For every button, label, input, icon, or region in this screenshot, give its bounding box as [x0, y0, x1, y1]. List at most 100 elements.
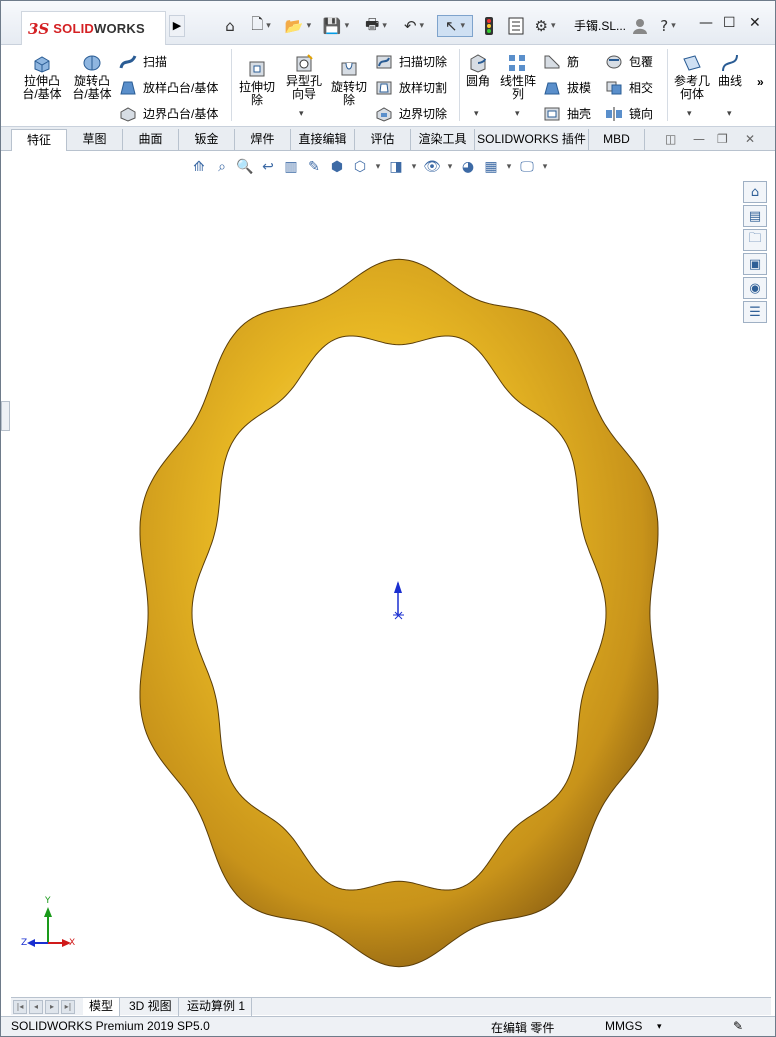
tab-sketch[interactable]: 草图	[67, 129, 123, 151]
ribbon-separator	[459, 49, 460, 121]
view-restore-icon[interactable]: ❐	[717, 132, 728, 146]
revolve-boss-button[interactable]: 旋转凸 台/基体	[69, 53, 115, 101]
tab-motion-study[interactable]: 运动算例 1	[181, 998, 253, 1016]
intersect-icon	[606, 81, 622, 94]
status-bar: SOLIDWORKS Premium 2019 SP5.0 在编辑 零件 MMG…	[1, 1016, 775, 1036]
pattern-dropdown-icon[interactable]: ▾	[515, 109, 520, 119]
print-icon[interactable]: 🖶	[359, 15, 393, 37]
tab-sheet-metal[interactable]: 钣金	[179, 129, 235, 151]
shell-button[interactable]: 抽壳	[543, 105, 591, 122]
tab-render-tools[interactable]: 渲染工具	[411, 129, 475, 151]
linear-pattern-button[interactable]: 线性阵 列	[497, 53, 539, 101]
unit-system[interactable]: MMGS	[605, 1019, 642, 1033]
loft-boss-icon	[120, 81, 136, 94]
tab-3d-views[interactable]: 3D 视图	[123, 998, 179, 1016]
shell-icon	[544, 107, 560, 120]
tab-surfaces[interactable]: 曲面	[123, 129, 179, 151]
rib-icon	[544, 55, 560, 68]
extrude-cut-button[interactable]: 拉伸切 除	[235, 59, 279, 107]
refgeom-dropdown-icon[interactable]: ▾	[687, 109, 692, 119]
reference-geometry-button[interactable]: 参考几 何体	[671, 53, 713, 101]
minimize-icon[interactable]: —	[699, 15, 713, 31]
close-icon[interactable]: ✕	[749, 15, 761, 31]
lofted-cut-icon	[376, 81, 392, 94]
draft-icon	[544, 82, 560, 94]
tab-evaluate[interactable]: 评估	[355, 129, 411, 151]
curves-dropdown-icon[interactable]: ▾	[727, 109, 732, 119]
boundary-boss-button[interactable]: 边界凸台/基体	[119, 105, 218, 122]
select-icon[interactable]: ↖	[437, 15, 473, 37]
ribbon-more-button[interactable]: »	[757, 75, 764, 89]
extrude-cut-icon	[249, 61, 265, 77]
curves-button[interactable]: 曲线	[715, 53, 745, 88]
status-tools-icon[interactable]: ✎	[733, 1019, 743, 1033]
hole-dropdown-icon[interactable]: ▾	[299, 109, 304, 119]
fillet-dropdown-icon[interactable]: ▾	[474, 109, 479, 119]
tab-model[interactable]: 模型	[83, 998, 121, 1016]
mirror-button[interactable]: 镜向	[605, 105, 653, 122]
ds-logo-mark: 3S	[28, 19, 50, 38]
sweep-icon	[119, 54, 137, 68]
help-icon[interactable]: ?	[655, 15, 681, 37]
boundary-cut-button[interactable]: 边界切除	[375, 105, 447, 122]
triad-y-label: Y	[44, 896, 51, 906]
title-bar: 3S SOLIDWORKS ▶ ⌂ 🗋 📂 💾 🖶 ↶ ↖ ⚙ 手镯.SL...…	[1, 1, 775, 45]
tab-weldments[interactable]: 焊件	[235, 129, 291, 151]
sweep-button[interactable]: 扫描	[119, 53, 167, 70]
tab-pin-icon[interactable]: ◫	[665, 132, 676, 146]
first-tab-icon[interactable]: |◂	[13, 1000, 27, 1014]
tab-direct-editing[interactable]: 直接编辑	[291, 129, 355, 151]
view-minimize-icon[interactable]: —	[693, 132, 705, 146]
ribbon-separator	[231, 49, 232, 121]
view-close-icon[interactable]: ✕	[745, 132, 755, 146]
boundary-boss-icon	[120, 106, 136, 122]
coordinate-triad: Y X Z	[21, 896, 75, 948]
revolve-cut-button[interactable]: 旋转切 除	[327, 59, 371, 107]
maximize-icon[interactable]: ☐	[723, 15, 736, 31]
bangle-model[interactable]: Y X Z	[11, 151, 771, 997]
prev-tab-icon[interactable]: ◂	[29, 1000, 43, 1014]
home-icon[interactable]: ⌂	[219, 15, 241, 37]
extrude-boss-button[interactable]: 拉伸凸 台/基体	[19, 53, 65, 101]
file-properties-icon[interactable]	[505, 15, 527, 37]
extrude-boss-icon	[34, 56, 50, 73]
reference-geometry-icon	[683, 55, 701, 71]
units-dropdown-icon[interactable]: ▾	[657, 1021, 662, 1032]
mirror-icon	[606, 106, 622, 121]
menu-flyout-button[interactable]: ▶	[169, 15, 185, 37]
lofted-cut-button[interactable]: 放样切割	[375, 79, 447, 96]
solidworks-logo[interactable]: 3S SOLIDWORKS	[21, 11, 166, 45]
hole-wizard-button[interactable]: 异型孔 向导	[281, 53, 327, 101]
wrap-icon	[606, 55, 622, 68]
fillet-button[interactable]: 圆角	[463, 53, 493, 88]
document-title: 手镯.SL...	[574, 19, 627, 33]
user-icon[interactable]	[631, 15, 649, 37]
boundary-cut-icon	[376, 106, 392, 122]
linear-pattern-icon	[509, 55, 525, 71]
last-tab-icon[interactable]: ▸|	[61, 1000, 75, 1014]
draft-button[interactable]: 拔模	[543, 79, 591, 96]
save-icon[interactable]: 💾	[319, 15, 353, 37]
triad-x-label: X	[69, 938, 75, 948]
undo-icon[interactable]: ↶	[397, 15, 431, 37]
hole-wizard-icon	[296, 54, 313, 72]
new-document-icon[interactable]: 🗋	[245, 15, 277, 37]
wrap-button[interactable]: 包覆	[605, 53, 653, 70]
swept-cut-button[interactable]: 扫描切除	[375, 53, 447, 70]
loft-boss-button[interactable]: 放样凸台/基体	[119, 79, 218, 96]
tab-solidworks-addins[interactable]: SOLIDWORKS 插件	[475, 129, 589, 151]
bangle-surface	[139, 258, 659, 968]
feature-manager-collapse-handle[interactable]	[1, 401, 10, 431]
graphics-area[interactable]: ⟰ ⌕ 🔍 ↩ ▥ ✎ ⬢ ⬡ ▾ ◨ ▾ 👁 ▾ ◕ ▦ ▾ 🖵 ▾ ⌂ ▤ …	[11, 151, 771, 997]
tab-features[interactable]: 特征	[11, 129, 67, 152]
swept-cut-icon	[376, 55, 392, 68]
rib-button[interactable]: 筋	[543, 53, 579, 70]
settings-icon[interactable]: ⚙	[529, 15, 561, 37]
ribbon-separator	[667, 49, 668, 121]
tab-mbd[interactable]: MBD	[589, 129, 645, 151]
open-file-icon[interactable]: 📂	[281, 15, 315, 37]
intersect-button[interactable]: 相交	[605, 79, 653, 96]
brand-name: SOLIDWORKS	[53, 21, 145, 36]
next-tab-icon[interactable]: ▸	[45, 1000, 59, 1014]
rebuild-icon[interactable]	[479, 15, 499, 37]
